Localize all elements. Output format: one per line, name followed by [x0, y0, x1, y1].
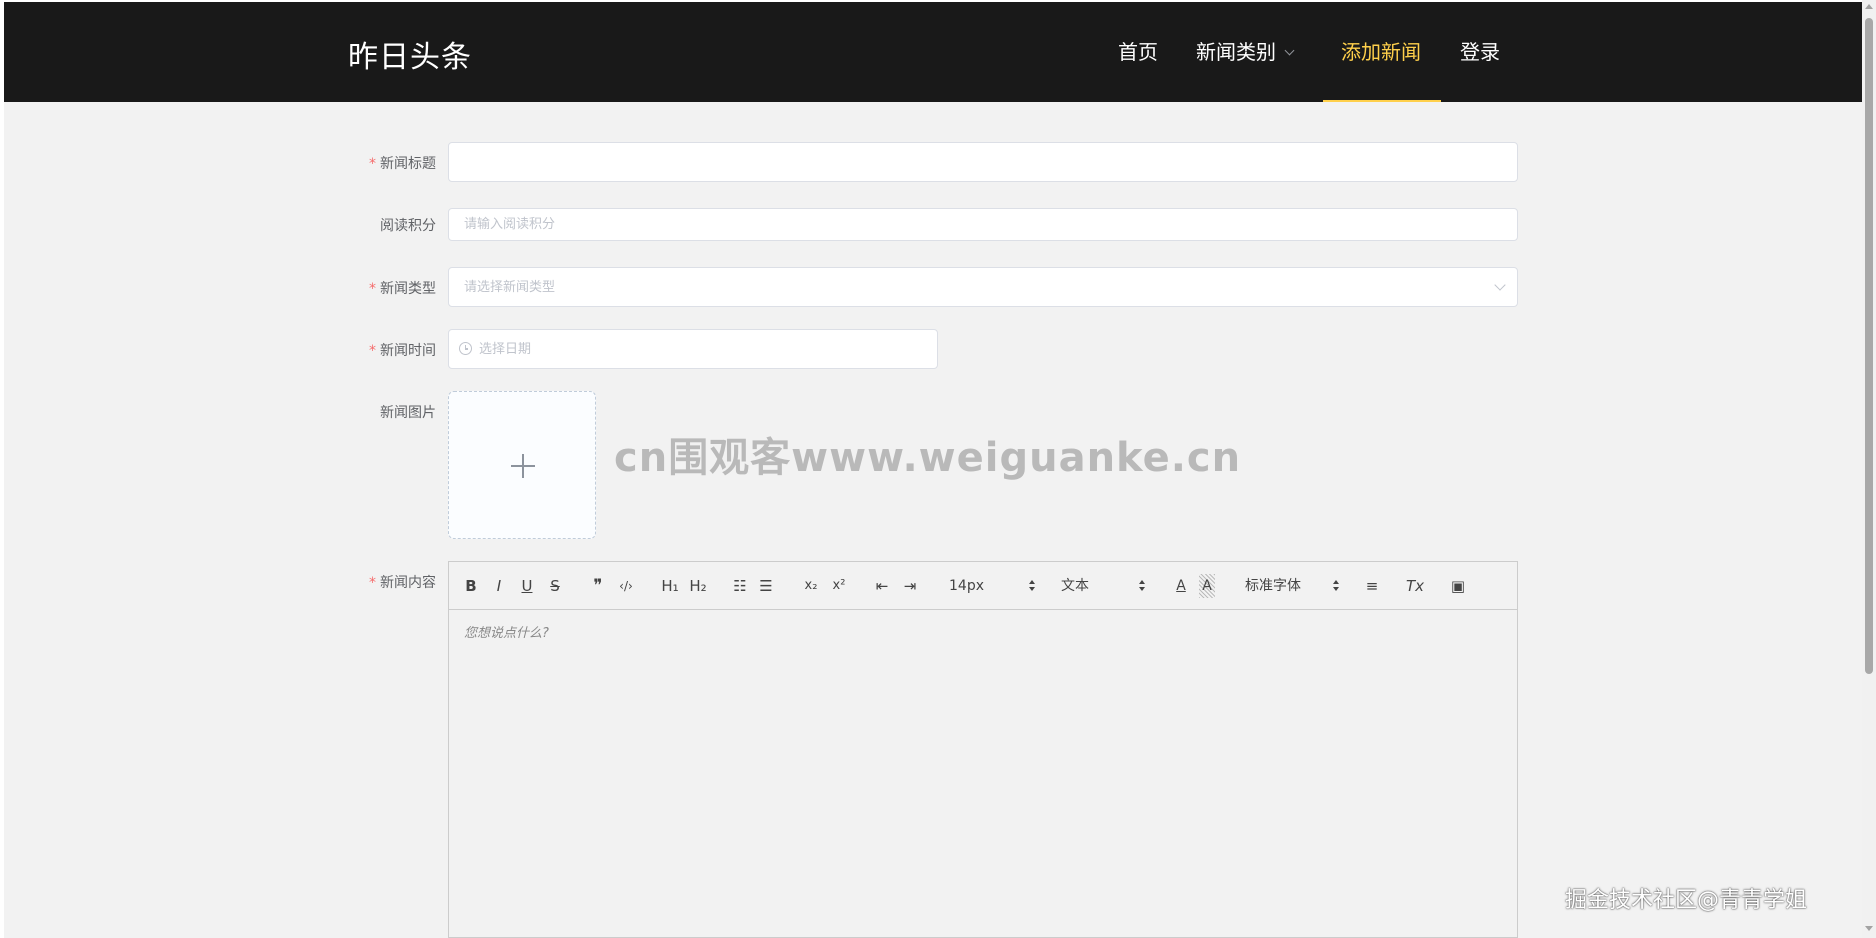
- news-image-label: 新闻图片: [380, 405, 436, 421]
- news-content-label: * 新闻内容: [369, 575, 436, 591]
- font-color-button[interactable]: A: [1173, 574, 1189, 598]
- font-size-value: 14px: [949, 578, 984, 594]
- superscript-button[interactable]: x²: [829, 574, 849, 598]
- news-type-select[interactable]: [448, 267, 1518, 307]
- reading-points-label: 阅读积分: [380, 218, 436, 234]
- bullet-list-button[interactable]: ☰: [757, 574, 775, 598]
- editor-content-area[interactable]: 您想说点什么?: [448, 609, 1518, 938]
- updown-arrow-icon: [1029, 580, 1035, 592]
- underline-button[interactable]: U: [519, 574, 535, 598]
- nav-login[interactable]: 登录: [1460, 2, 1500, 102]
- required-mark: *: [369, 575, 376, 591]
- blockquote-button[interactable]: ❞: [589, 574, 607, 598]
- nav-home[interactable]: 首页: [1118, 2, 1158, 102]
- community-watermark: 掘金技术社区@青青学姐: [1565, 888, 1808, 913]
- clean-format-button[interactable]: Tx: [1405, 574, 1425, 598]
- ordered-list-button[interactable]: ☷: [731, 574, 749, 598]
- h1-button[interactable]: H₁: [659, 574, 681, 598]
- required-mark: *: [369, 156, 376, 172]
- clock-icon: [459, 342, 472, 355]
- font-size-picker[interactable]: 14px: [949, 574, 1039, 598]
- header-picker-value: 文本: [1061, 578, 1089, 594]
- page-scrollbar[interactable]: [1862, 0, 1876, 938]
- news-title-label: * 新闻标题: [369, 156, 436, 172]
- indent-button[interactable]: ⇥: [901, 574, 919, 598]
- chevron-down-icon: [1284, 45, 1295, 56]
- outdent-button[interactable]: ⇤: [873, 574, 891, 598]
- code-block-button[interactable]: ‹/›: [615, 574, 637, 598]
- required-mark: *: [369, 343, 376, 359]
- news-date-picker[interactable]: [448, 329, 938, 369]
- subscript-button[interactable]: x₂: [801, 574, 821, 598]
- strike-button[interactable]: S: [547, 574, 563, 598]
- nav-add-news[interactable]: 添加新闻: [1323, 2, 1441, 102]
- bold-button[interactable]: B: [463, 574, 479, 598]
- italic-button[interactable]: I: [491, 574, 507, 598]
- site-watermark: cn围观客www.weiguanke.cn: [614, 435, 1242, 481]
- nav-news-category-label: 新闻类别: [1196, 40, 1276, 64]
- news-title-input[interactable]: [448, 142, 1518, 182]
- nav-news-category[interactable]: 新闻类别: [1196, 2, 1295, 102]
- scrollbar-thumb[interactable]: [1865, 18, 1873, 674]
- scroll-down-icon[interactable]: [1865, 926, 1873, 931]
- required-mark: *: [369, 281, 376, 297]
- news-time-label: * 新闻时间: [369, 343, 436, 359]
- editor-toolbar: B I U S ❞ ‹/› H₁ H₂ ☷ ☰ x₂ x² ⇤ ⇥ 14px 文…: [448, 561, 1518, 610]
- reading-points-input[interactable]: [448, 208, 1518, 241]
- plus-icon: [511, 454, 535, 478]
- updown-arrow-icon: [1333, 580, 1339, 592]
- background-color-button[interactable]: A: [1199, 574, 1215, 598]
- font-family-value: 标准字体: [1245, 578, 1301, 594]
- scroll-up-icon[interactable]: [1865, 4, 1873, 9]
- insert-image-button[interactable]: ▣: [1449, 574, 1467, 598]
- font-family-picker[interactable]: 标准字体: [1245, 574, 1345, 598]
- news-type-label: * 新闻类型: [369, 281, 436, 297]
- brand-logo-text[interactable]: 昨日头条: [348, 32, 472, 76]
- top-navbar: 昨日头条 首页 新闻类别 添加新闻 登录: [4, 2, 1862, 102]
- editor-placeholder: 您想说点什么?: [464, 626, 549, 641]
- image-upload-box[interactable]: [448, 391, 596, 539]
- align-button[interactable]: ≡: [1363, 574, 1381, 598]
- updown-arrow-icon: [1139, 580, 1145, 592]
- h2-button[interactable]: H₂: [687, 574, 709, 598]
- header-picker[interactable]: 文本: [1061, 574, 1151, 598]
